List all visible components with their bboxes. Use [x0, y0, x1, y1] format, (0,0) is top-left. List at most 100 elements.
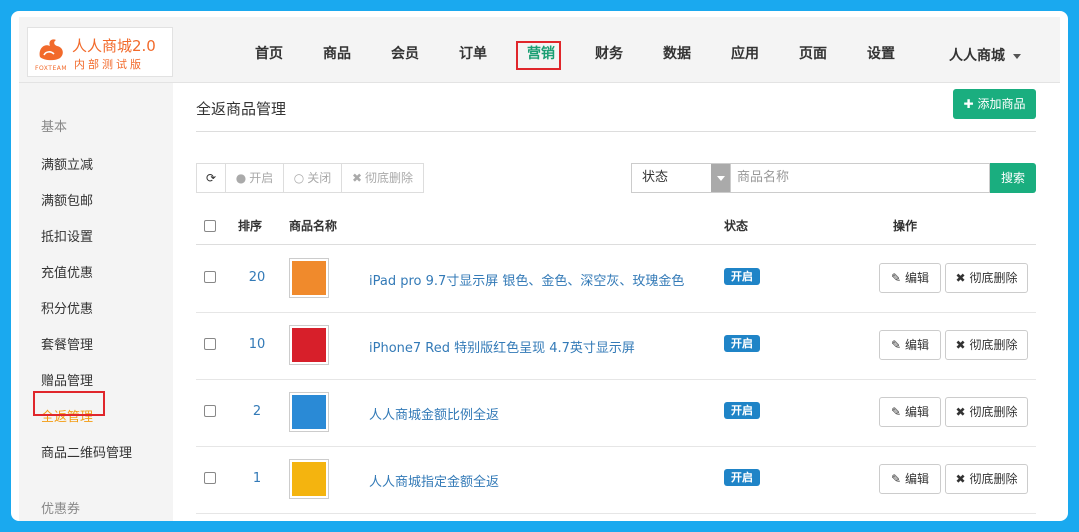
- sidebar-highlight-box: [33, 391, 105, 416]
- goods-name-search-input[interactable]: 商品名称: [731, 163, 990, 193]
- page-title: 全返商品管理: [196, 100, 287, 118]
- goods-thumbnail: [289, 392, 329, 432]
- edit-button[interactable]: ✎ 编辑: [879, 397, 941, 427]
- goods-name-link[interactable]: 人人商城指定金额全返: [369, 471, 499, 490]
- delete-label: 彻底删除: [969, 338, 1018, 352]
- brand-name: 人人商城2.0: [72, 37, 156, 55]
- row-checkbox[interactable]: [204, 338, 216, 350]
- app-frame: FOXTEAM 人人商城2.0 内部测试版 首页 商品 会员 订单 营销 财务 …: [11, 11, 1068, 521]
- times-icon: ✖: [955, 338, 966, 352]
- edit-label: 编辑: [904, 271, 929, 285]
- fox-logo-icon: [39, 39, 63, 61]
- select-all-checkbox[interactable]: [204, 220, 216, 232]
- edit-icon: ✎: [891, 472, 902, 486]
- edit-label: 编辑: [904, 472, 929, 486]
- status-badge[interactable]: 开启: [724, 402, 760, 419]
- delete-button[interactable]: ✖ 彻底删除: [945, 263, 1028, 293]
- sidebar-item-package[interactable]: 套餐管理: [41, 334, 93, 353]
- status-badge[interactable]: 开启: [724, 469, 760, 486]
- title-divider: [196, 131, 1036, 132]
- sidebar-item-points[interactable]: 积分优惠: [41, 298, 93, 317]
- sidebar: 基本 满额立减 满额包邮 抵扣设置 充值优惠 积分优惠 套餐管理 赠品管理 全返…: [19, 83, 173, 521]
- brand-subtitle: 内部测试版: [74, 58, 144, 71]
- goods-name-link[interactable]: 人人商城金额比例全返: [369, 404, 499, 423]
- edit-label: 编辑: [904, 338, 929, 352]
- times-icon: ✖: [955, 472, 966, 486]
- disable-button[interactable]: ○ 关闭: [283, 163, 342, 193]
- header-actions: 操作: [893, 219, 918, 233]
- goods-thumbnail: [289, 325, 329, 365]
- delete-label: 彻底删除: [969, 405, 1018, 419]
- filled-circle-icon: ●: [235, 171, 247, 185]
- nav-data[interactable]: 数据: [663, 43, 691, 63]
- top-navbar: FOXTEAM 人人商城2.0 内部测试版 首页 商品 会员 订单 营销 财务 …: [19, 17, 1060, 83]
- table-row: 1 人人商城指定金额全返 开启 ✎ 编辑 ✖ 彻底删除: [196, 447, 1036, 514]
- search-button[interactable]: 搜索: [990, 163, 1036, 193]
- select-arrow-icon: [711, 164, 730, 192]
- sidebar-item-deduction[interactable]: 抵扣设置: [41, 226, 93, 245]
- status-badge[interactable]: 开启: [724, 335, 760, 352]
- delete-label: 彻底删除: [969, 472, 1018, 486]
- search-placeholder: 商品名称: [737, 170, 790, 185]
- row-checkbox[interactable]: [204, 405, 216, 417]
- enable-button[interactable]: ● 开启: [225, 163, 284, 193]
- delete-label: 彻底删除: [969, 271, 1018, 285]
- header-name: 商品名称: [289, 219, 338, 233]
- goods-thumbnail: [289, 459, 329, 499]
- header-status: 状态: [724, 219, 749, 233]
- refresh-icon: ⟳: [205, 171, 217, 185]
- status-select[interactable]: 状态: [631, 163, 731, 193]
- disable-label: 关闭: [307, 171, 332, 185]
- status-badge[interactable]: 开启: [724, 268, 760, 285]
- sidebar-item-full-reduction[interactable]: 满额立减: [41, 154, 93, 173]
- nav-goods[interactable]: 商品: [323, 43, 351, 63]
- edit-label: 编辑: [904, 405, 929, 419]
- goods-name-link[interactable]: iPhone7 Red 特别版红色呈现 4.7英寸显示屏: [369, 337, 635, 356]
- brand-logo[interactable]: FOXTEAM 人人商城2.0 内部测试版: [27, 27, 173, 77]
- add-goods-button[interactable]: ✚ 添加商品: [953, 89, 1036, 119]
- nav-orders[interactable]: 订单: [459, 43, 487, 63]
- refresh-button[interactable]: ⟳: [196, 163, 226, 193]
- row-sort[interactable]: 20: [242, 270, 272, 285]
- delete-button[interactable]: ✖ 彻底删除: [945, 330, 1028, 360]
- sidebar-section-basic: 基本: [41, 120, 68, 135]
- edit-button[interactable]: ✎ 编辑: [879, 263, 941, 293]
- times-icon: ✖: [955, 405, 966, 419]
- row-sort[interactable]: 10: [242, 337, 272, 352]
- sidebar-item-free-shipping[interactable]: 满额包邮: [41, 190, 93, 209]
- delete-button[interactable]: ✖ 彻底删除: [945, 464, 1028, 494]
- row-sort[interactable]: 1: [242, 471, 272, 486]
- nav-apps[interactable]: 应用: [731, 43, 759, 63]
- table-header: 排序 商品名称 状态 操作: [196, 211, 1036, 245]
- plus-icon: ✚: [963, 97, 974, 111]
- empty-circle-icon: ○: [293, 171, 305, 185]
- nav-settings[interactable]: 设置: [867, 43, 895, 63]
- bulk-delete-button[interactable]: ✖ 彻底删除: [341, 163, 424, 193]
- sidebar-item-recharge[interactable]: 充值优惠: [41, 262, 93, 281]
- goods-thumbnail: [289, 258, 329, 298]
- table-row: 2 人人商城金额比例全返 开启 ✎ 编辑 ✖ 彻底删除: [196, 380, 1036, 447]
- times-icon: ✖: [351, 171, 363, 185]
- store-switcher[interactable]: 人人商城: [949, 45, 1021, 65]
- sidebar-item-gifts[interactable]: 赠品管理: [41, 370, 93, 389]
- row-checkbox[interactable]: [204, 271, 216, 283]
- nav-pages[interactable]: 页面: [799, 43, 827, 63]
- sidebar-section-coupon: 优惠券: [41, 502, 81, 517]
- row-sort[interactable]: 2: [242, 404, 272, 419]
- bulk-delete-label: 彻底删除: [365, 171, 414, 185]
- main-content: 全返商品管理 ✚ 添加商品 ⟳ ●开启 ○关闭 ✖彻底删除 状态 商品名称: [196, 83, 1038, 521]
- edit-button[interactable]: ✎ 编辑: [879, 464, 941, 494]
- goods-name-link[interactable]: iPad pro 9.7寸显示屏 银色、金色、深空灰、玫瑰金色: [369, 270, 684, 289]
- nav-home[interactable]: 首页: [255, 43, 283, 63]
- edit-button[interactable]: ✎ 编辑: [879, 330, 941, 360]
- delete-button[interactable]: ✖ 彻底删除: [945, 397, 1028, 427]
- nav-members[interactable]: 会员: [391, 43, 419, 63]
- nav-finance[interactable]: 财务: [595, 43, 623, 63]
- store-name: 人人商城: [949, 48, 1005, 64]
- row-checkbox[interactable]: [204, 472, 216, 484]
- sidebar-item-qrcode[interactable]: 商品二维码管理: [41, 442, 132, 461]
- table-row: 10 iPhone7 Red 特别版红色呈现 4.7英寸显示屏 开启 ✎ 编辑 …: [196, 313, 1036, 380]
- edit-icon: ✎: [891, 405, 902, 419]
- nav-highlight-box: [516, 41, 561, 70]
- edit-icon: ✎: [891, 271, 902, 285]
